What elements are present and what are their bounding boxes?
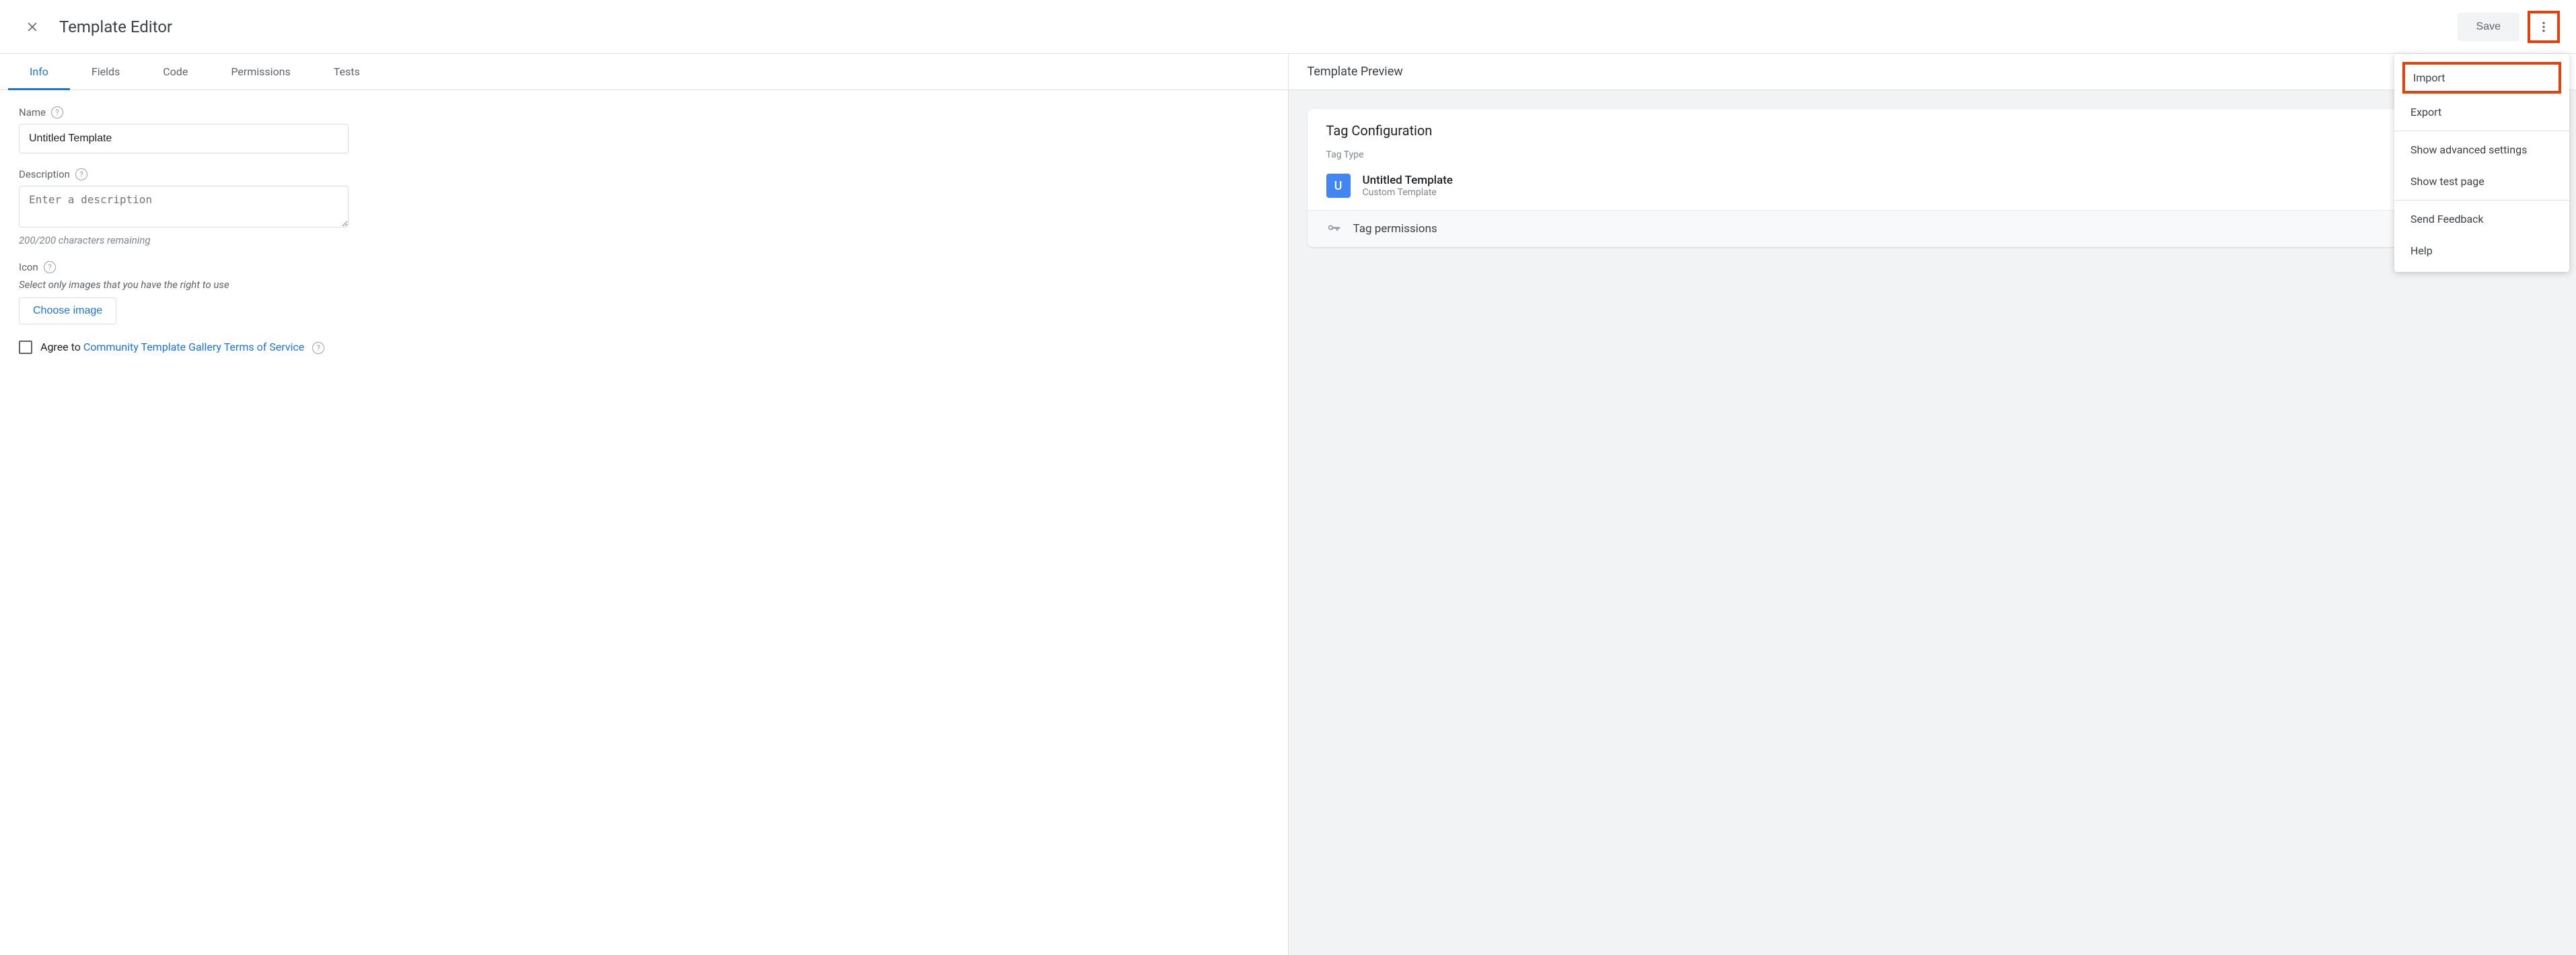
tab-fields[interactable]: Fields — [70, 54, 141, 90]
tos-link[interactable]: Community Template Gallery Terms of Serv… — [83, 341, 304, 353]
menu-advanced-settings[interactable]: Show advanced settings — [2394, 134, 2569, 166]
key-icon — [1326, 221, 1341, 236]
tag-subtitle: Custom Template — [1363, 187, 1453, 198]
agree-prefix: Agree to — [40, 341, 83, 353]
tabs: Info Fields Code Permissions Tests — [0, 54, 1288, 90]
icon-hint: Select only images that you have the rig… — [19, 279, 1269, 291]
tag-name: Untitled Template — [1363, 174, 1453, 187]
char-remaining: 200/200 characters remaining — [19, 234, 1269, 246]
header-bar: Template Editor Save — [0, 0, 2576, 54]
card-title: Tag Configuration — [1308, 109, 2558, 143]
help-icon[interactable]: ? — [312, 342, 324, 354]
save-button[interactable]: Save — [2458, 13, 2519, 41]
more-menu: Import Export Show advanced settings Sho… — [2394, 54, 2569, 272]
agree-checkbox[interactable] — [19, 341, 32, 354]
menu-send-feedback[interactable]: Send Feedback — [2394, 203, 2569, 235]
tab-tests[interactable]: Tests — [312, 54, 382, 90]
help-icon[interactable]: ? — [75, 168, 87, 180]
menu-export[interactable]: Export — [2394, 96, 2569, 128]
more-vert-icon — [2537, 20, 2550, 34]
tab-info[interactable]: Info — [8, 54, 70, 90]
menu-divider — [2394, 200, 2569, 201]
tab-permissions[interactable]: Permissions — [209, 54, 312, 90]
menu-show-test-page[interactable]: Show test page — [2394, 166, 2569, 197]
description-textarea[interactable] — [19, 186, 349, 227]
tag-config-card: Tag Configuration Tag Type U Untitled Te… — [1308, 109, 2558, 247]
close-button[interactable] — [16, 11, 48, 43]
tag-permissions-row[interactable]: Tag permissions — [1308, 210, 2558, 247]
agree-text: Agree to Community Template Gallery Term… — [40, 341, 324, 354]
icon-label: Icon — [19, 261, 38, 273]
tag-icon: U — [1326, 174, 1351, 198]
close-icon — [26, 20, 39, 34]
choose-image-button[interactable]: Choose image — [19, 297, 116, 324]
menu-import[interactable]: Import — [2402, 62, 2561, 94]
preview-title: Template Preview — [1289, 54, 2576, 90]
name-label: Name — [19, 106, 46, 118]
tag-permissions-label: Tag permissions — [1353, 222, 1437, 236]
tag-row[interactable]: U Untitled Template Custom Template — [1308, 168, 2558, 210]
tab-code[interactable]: Code — [141, 54, 209, 90]
page-title: Template Editor — [59, 17, 172, 36]
tag-type-label: Tag Type — [1308, 143, 2558, 168]
name-input[interactable] — [19, 124, 349, 153]
description-label: Description — [19, 168, 70, 180]
menu-help[interactable]: Help — [2394, 235, 2569, 267]
help-icon[interactable]: ? — [44, 261, 56, 273]
more-menu-button[interactable] — [2528, 11, 2560, 43]
help-icon[interactable]: ? — [51, 106, 63, 118]
